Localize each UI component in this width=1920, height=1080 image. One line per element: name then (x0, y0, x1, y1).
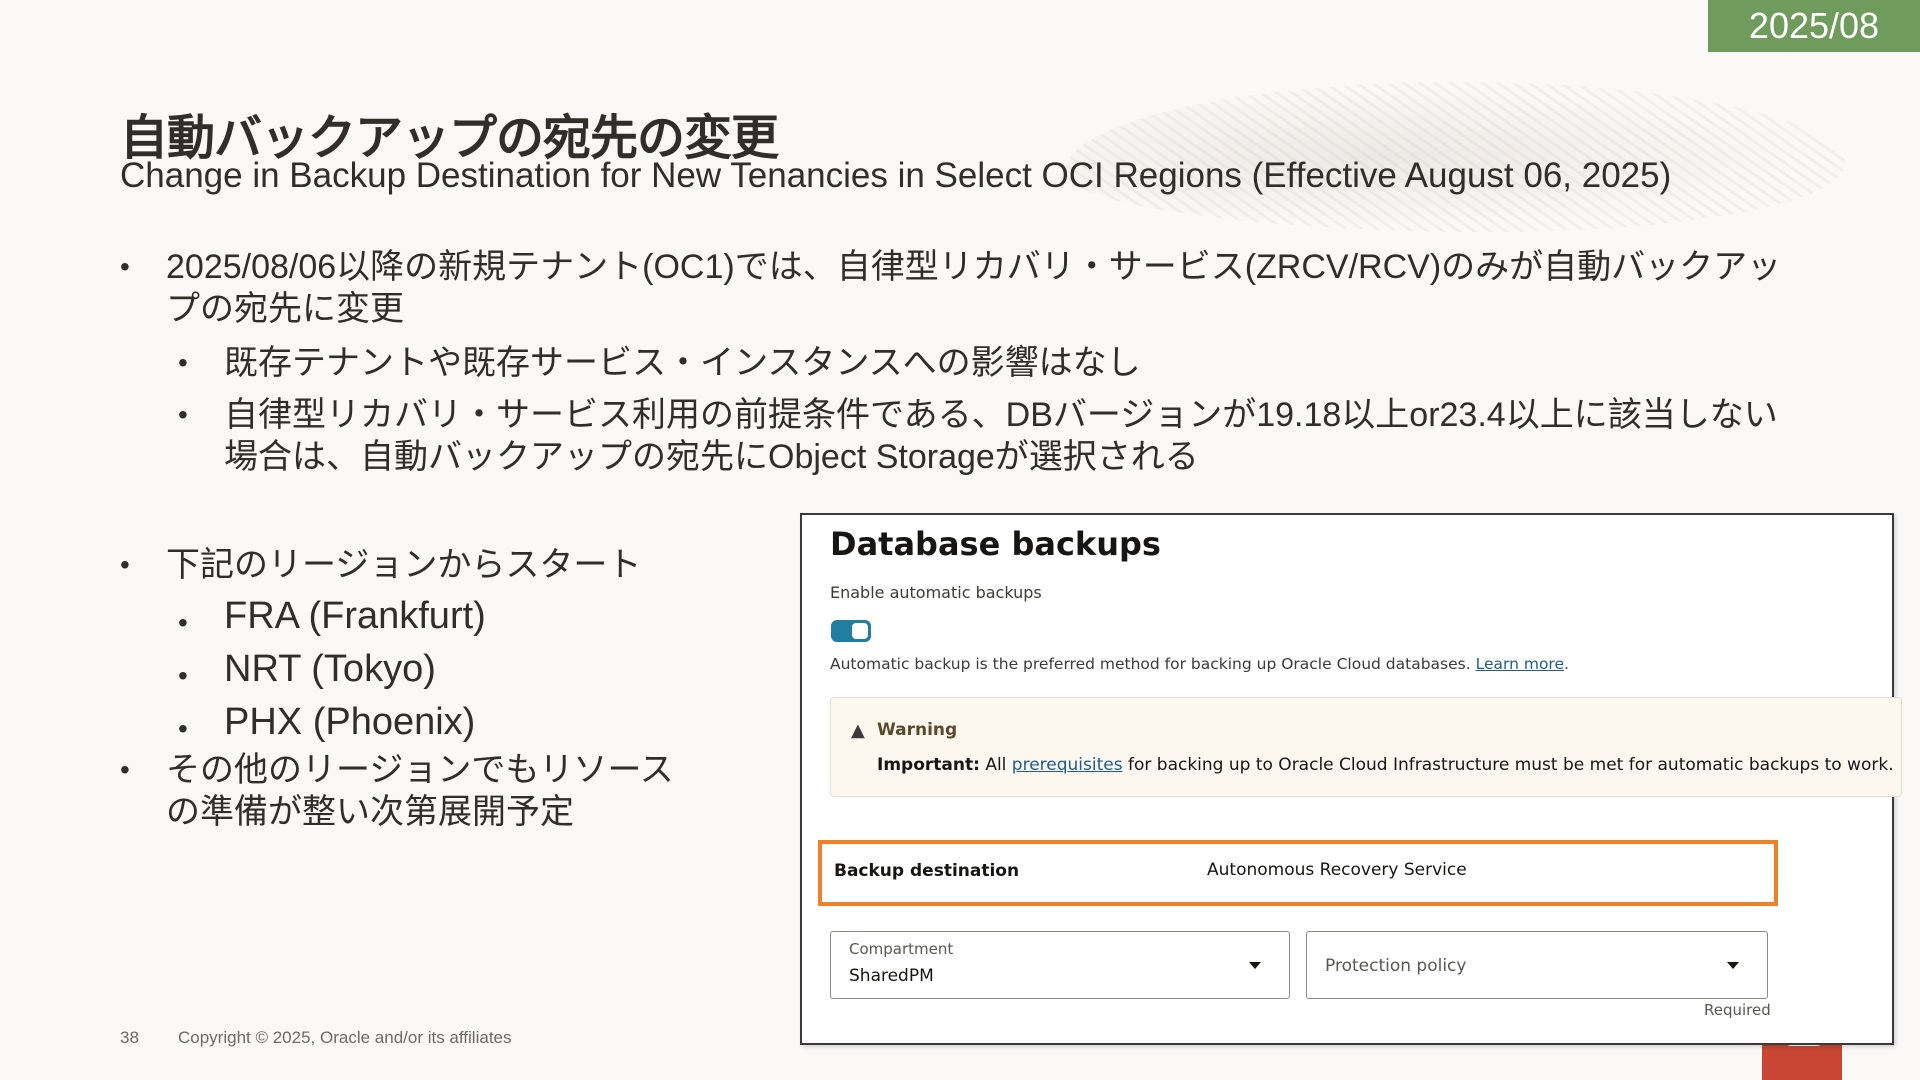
region-item: • PHX (Phoenix) (120, 696, 680, 749)
toggle-knob (852, 623, 868, 639)
backup-destination-label: Backup destination (834, 861, 1020, 881)
regions-bullet-list: • 下記のリージョンからスタート • FRA (Frankfurt) • NRT… (120, 544, 680, 833)
compartment-label: Compartment (849, 940, 954, 958)
compartment-value: SharedPM (849, 966, 934, 986)
bullet-text: 2025/08/06以降の新規テナント(OC1)では、自律型リカバリ・サービス(… (166, 248, 1782, 328)
enable-backups-label: Enable automatic backups (830, 583, 1042, 602)
warning-body-pre: All (985, 755, 1007, 775)
sub-bullet-item: • 既存テナントや既存サービス・インスタンスへの影響はなし (120, 342, 1800, 384)
database-backups-screenshot: Database backups Enable automatic backup… (800, 513, 1902, 1045)
prerequisites-link[interactable]: prerequisites (1012, 755, 1123, 775)
chevron-down-icon (1727, 962, 1739, 969)
warning-triangle-icon: ▲ (851, 720, 865, 741)
bullet-item: • 2025/08/06以降の新規テナント(OC1)では、自律型リカバリ・サービ… (120, 246, 1800, 330)
bullet-dot: • (178, 399, 188, 430)
page-number: 38 (120, 1028, 139, 1047)
copyright: Copyright © 2025, Oracle and/or its affi… (178, 1028, 512, 1047)
bullet-dot: • (120, 251, 130, 282)
bullet-dot: • (178, 607, 188, 638)
regions-other: その他のリージョンでもリソースの準備が整い次第展開予定 (166, 751, 674, 831)
region-name: PHX (Phoenix) (224, 701, 476, 743)
warning-title: Warning (877, 720, 958, 740)
compartment-select[interactable]: Compartment SharedPM (830, 931, 1290, 999)
required-hint: Required (1704, 1001, 1771, 1019)
bullet-dot: • (120, 754, 130, 785)
bullet-item: • 下記のリージョンからスタート (120, 544, 680, 586)
important-label: Important: (877, 755, 980, 775)
warning-body-post: for backing up to Oracle Cloud Infrastru… (1128, 755, 1894, 775)
slide-subtitle: Change in Backup Destination for New Ten… (120, 156, 1672, 195)
protection-policy-select[interactable]: Protection policy (1306, 931, 1768, 999)
bullet-item: • その他のリージョンでもリソースの準備が整い次第展開予定 (120, 749, 680, 833)
bullet-dot: • (178, 660, 188, 691)
learn-more-link[interactable]: Learn more (1476, 655, 1564, 673)
date-badge: 2025/08 (1708, 0, 1920, 52)
warning-box: ▲ Warning Important: All prerequisites f… (830, 697, 1902, 797)
chevron-down-icon (1249, 962, 1261, 969)
help-text: Automatic backup is the preferred method… (830, 655, 1569, 673)
region-name: FRA (Frankfurt) (224, 595, 486, 637)
region-item: • FRA (Frankfurt) (120, 590, 680, 643)
bullet-dot: • (178, 713, 188, 744)
region-name: NRT (Tokyo) (224, 648, 436, 690)
bullet-text: 自律型リカバリ・サービス利用の前提条件である、DBバージョンが19.18以上or… (224, 396, 1778, 476)
backup-destination-row: Backup destination Autonomous Recovery S… (818, 840, 1778, 906)
help-text-body: Automatic backup is the preferred method… (830, 655, 1471, 673)
main-bullet-list: • 2025/08/06以降の新規テナント(OC1)では、自律型リカバリ・サービ… (120, 246, 1800, 478)
protection-policy-placeholder: Protection policy (1325, 956, 1467, 976)
backup-destination-value: Autonomous Recovery Service (1207, 860, 1467, 880)
warning-body: Important: All prerequisites for backing… (877, 755, 1894, 775)
panel-title: Database backups (830, 525, 1161, 563)
regions-intro: 下記のリージョンからスタート (166, 546, 642, 584)
sub-bullet-item: • 自律型リカバリ・サービス利用の前提条件である、DBバージョンが19.18以上… (120, 394, 1800, 478)
bullet-dot: • (178, 347, 188, 378)
region-item: • NRT (Tokyo) (120, 643, 680, 696)
auto-backup-toggle[interactable] (831, 620, 871, 642)
bullet-text: 既存テナントや既存サービス・インスタンスへの影響はなし (224, 344, 1141, 382)
bullet-dot: • (120, 549, 130, 580)
